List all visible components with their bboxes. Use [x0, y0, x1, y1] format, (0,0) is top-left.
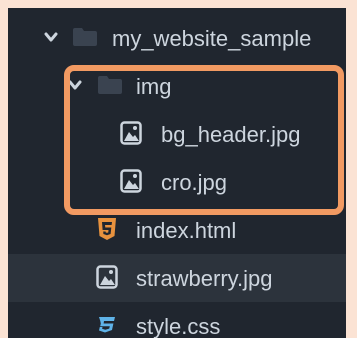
tree-item-label: bg_header.jpg: [161, 122, 301, 147]
file-tree-panel: my_website_sample img bg_header.jpg cro.…: [8, 8, 346, 338]
tree-item-label: cro.jpg: [161, 170, 228, 195]
chevron-down-icon[interactable]: [44, 30, 58, 44]
tree-item-img-folder[interactable]: img: [8, 62, 346, 110]
tree-item-root-folder[interactable]: my_website_sample: [8, 14, 346, 62]
image-file-icon: [96, 265, 118, 289]
folder-icon: [98, 76, 122, 94]
image-file-icon: [120, 121, 142, 145]
css3-icon: [99, 317, 115, 333]
tree-item-index-html[interactable]: index.html: [8, 206, 346, 254]
chevron-down-icon[interactable]: [68, 78, 82, 92]
tree-item-label: my_website_sample: [112, 26, 312, 51]
tree-item-label: index.html: [136, 218, 237, 243]
folder-icon: [73, 28, 97, 46]
html5-icon: [98, 218, 116, 240]
tree-item-bg-header[interactable]: bg_header.jpg: [8, 110, 346, 158]
tree-item-label: style.css: [136, 314, 221, 338]
tree-item-cro[interactable]: cro.jpg: [8, 158, 346, 206]
tree-item-label: strawberry.jpg: [136, 266, 273, 291]
image-file-icon: [120, 169, 142, 193]
tree-item-label: img: [136, 74, 172, 99]
tree-item-strawberry[interactable]: strawberry.jpg: [8, 254, 346, 302]
tree-item-style-css[interactable]: style.css: [8, 302, 346, 338]
